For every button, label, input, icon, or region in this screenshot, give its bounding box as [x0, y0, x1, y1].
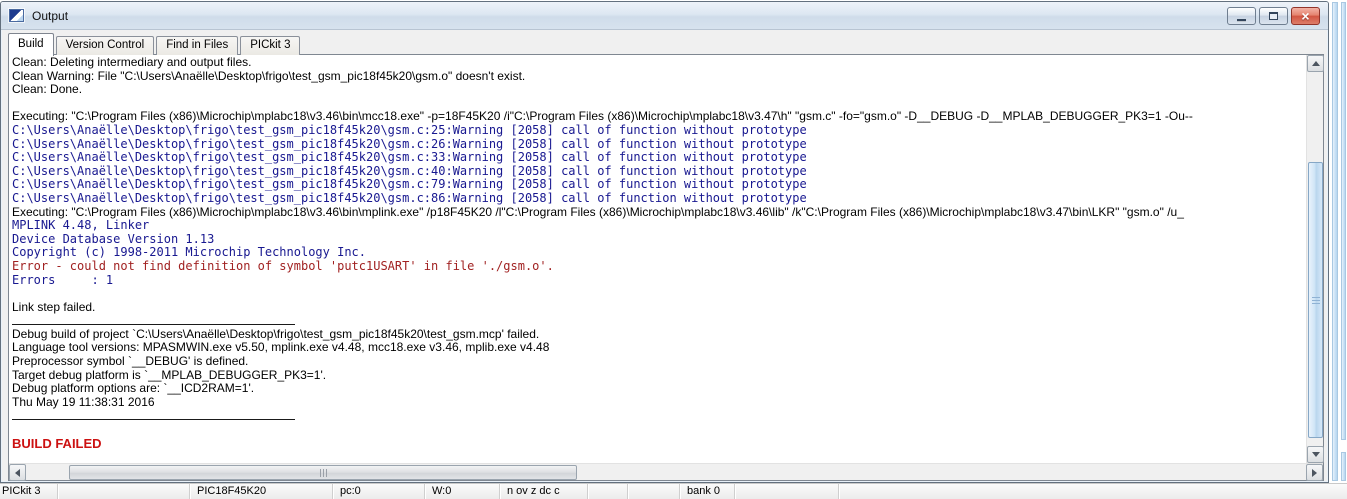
arrow-up-icon	[1311, 61, 1320, 66]
output-line: C:\Users\Anaëlle\Desktop\frigo\test_gsm_…	[12, 123, 807, 137]
tab-find-in-files[interactable]: Find in Files	[156, 36, 239, 55]
output-line: Executing: "C:\Program Files (x86)\Micro…	[12, 205, 1184, 219]
background-window-edge	[1330, 0, 1347, 483]
output-line: Language tool versions: MPASMWIN.exe v5.…	[12, 341, 550, 355]
titlebar[interactable]: Output ×	[1, 2, 1328, 30]
close-icon: ×	[1301, 8, 1310, 24]
output-line: Errors : 1	[12, 273, 114, 287]
output-line: C:\Users\Anaëlle\Desktop\frigo\test_gsm_…	[12, 137, 807, 151]
mplab-workspace: Output × Build Version Control Find in Fil…	[0, 0, 1347, 499]
tab-build[interactable]: Build	[8, 33, 54, 56]
output-line: Debug build of project `C:\Users\Anaëlle…	[12, 327, 540, 341]
scroll-up-button[interactable]	[1307, 55, 1324, 72]
output-text[interactable]: Clean: Deleting intermediary and output …	[9, 55, 1306, 463]
horizontal-scrollbar[interactable]	[9, 463, 1323, 481]
scroll-left-button[interactable]	[9, 464, 26, 481]
status-empty	[735, 484, 839, 499]
output-window: Output × Build Version Control Find in Fil…	[0, 1, 1329, 483]
output-line: Error - could not find definition of sym…	[12, 259, 554, 273]
output-line: Clean: Deleting intermediary and output …	[12, 56, 252, 69]
status-pickit-3: PICkit 3	[0, 484, 58, 499]
status-empty	[628, 484, 680, 499]
status-pc-0: pc:0	[333, 484, 425, 499]
vertical-scrollbar[interactable]	[1306, 55, 1324, 463]
status-pic18f45k20: PIC18F45K20	[190, 484, 333, 499]
scroll-down-button[interactable]	[1307, 446, 1324, 463]
output-line: C:\Users\Anaëlle\Desktop\frigo\test_gsm_…	[12, 164, 807, 178]
vertical-scrollbar-thumb[interactable]	[1308, 162, 1323, 438]
output-line: Device Database Version 1.13	[12, 232, 215, 246]
status-bar: PICkit 3 PIC18F45K20 pc:0 W:0 n ov z dc c ban…	[0, 483, 1347, 499]
tab-version-control[interactable]: Version Control	[55, 36, 155, 55]
window-title: Output	[32, 8, 69, 23]
output-line: Clean Warning: File "C:\Users\Anaëlle\De…	[12, 69, 526, 83]
status-bank-0: bank 0	[680, 484, 735, 499]
output-line: C:\Users\Anaëlle\Desktop\frigo\test_gsm_…	[12, 151, 807, 165]
separator-line	[12, 409, 1306, 424]
minimize-icon	[1237, 18, 1246, 22]
output-line: MPLINK 4.48, Linker	[12, 219, 150, 233]
output-line: C:\Users\Anaëlle\Desktop\frigo\test_gsm_…	[12, 191, 807, 205]
status-empty	[588, 484, 628, 499]
output-line: Target debug platform is `__MPLAB_DEBUGG…	[12, 368, 327, 382]
output-line: Debug platform options are: `__ICD2RAM=1…	[12, 382, 255, 396]
output-line: Link step failed.	[12, 300, 96, 314]
background-scrollbar-strip	[1341, 452, 1346, 481]
output-line: Preprocessor symbol `__DEBUG' is defined…	[12, 355, 249, 369]
scroll-right-button[interactable]	[1306, 464, 1323, 481]
output-pane: Clean: Deleting intermediary and output …	[8, 54, 1324, 481]
arrow-down-icon	[1311, 452, 1320, 457]
separator-line	[12, 314, 1306, 328]
output-line: C:\Users\Anaëlle\Desktop\frigo\test_gsm_…	[12, 178, 807, 192]
output-line: Copyright (c) 1998-2011 Microchip Techno…	[12, 246, 367, 260]
minimize-button[interactable]	[1227, 7, 1256, 25]
caption-buttons: ×	[1227, 7, 1320, 25]
tab-pickit-3[interactable]: PICkit 3	[240, 36, 301, 55]
thumb-grip-icon	[1311, 299, 1320, 301]
output-line: Executing: "C:\Program Files (x86)\Micro…	[12, 110, 1193, 124]
background-scrollbar-strip	[1341, 2, 1346, 440]
status-w-0: W:0	[425, 484, 500, 499]
output-line: Clean: Done.	[12, 83, 83, 97]
output-line: BUILD FAILED	[12, 436, 102, 451]
output-window-icon	[9, 9, 24, 22]
restore-button[interactable]	[1259, 7, 1288, 25]
arrow-right-icon	[1312, 468, 1317, 477]
status-n-ov-z-dc-c: n ov z dc c	[500, 484, 588, 499]
status-empty	[839, 484, 1347, 499]
background-scrollbar-strip	[1332, 2, 1338, 481]
thumb-grip-icon	[322, 468, 324, 477]
tab-strip: Build Version Control Find in Files PICkit …	[8, 32, 1321, 56]
status-empty	[58, 484, 190, 499]
horizontal-scrollbar-thumb[interactable]	[69, 465, 577, 480]
close-button[interactable]: ×	[1291, 7, 1320, 25]
restore-icon	[1269, 12, 1278, 20]
arrow-left-icon	[15, 468, 20, 477]
output-line: Thu May 19 11:38:31 2016	[12, 395, 155, 409]
